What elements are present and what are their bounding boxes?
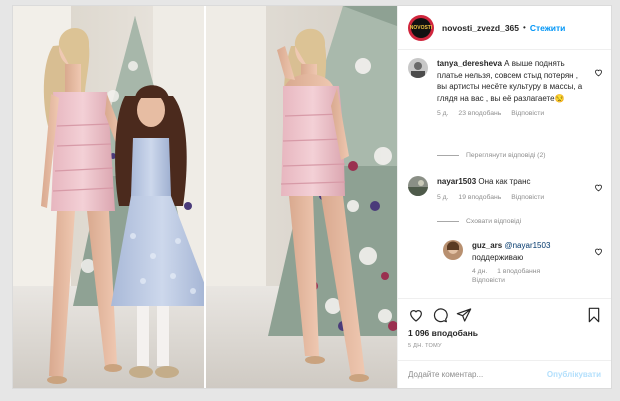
avatar-image <box>443 240 463 260</box>
reply-age: 4 дн. <box>472 268 488 275</box>
comment-button[interactable] <box>432 307 448 323</box>
author-username[interactable]: novosti_zvezd_365 <box>442 23 519 33</box>
comment-age: 5 д. <box>437 110 449 117</box>
avatar-image <box>408 176 428 196</box>
comment-text-block: tanya_deresheva А выше поднять платье не… <box>437 58 589 104</box>
post-actions-bar <box>398 298 611 328</box>
reply-button[interactable]: Відповісти <box>472 277 505 284</box>
toggle-line <box>437 155 459 156</box>
post-photo[interactable] <box>13 6 397 388</box>
comment-icon <box>433 308 448 323</box>
comment-avatar[interactable] <box>408 58 428 78</box>
reply-text-block: guz_ars @nayar1503 поддерживаю <box>472 240 589 263</box>
reply-button[interactable]: Відповісти <box>511 194 544 201</box>
comments-list[interactable]: tanya_deresheva А выше поднять платье не… <box>398 50 611 296</box>
heart-icon <box>595 184 602 192</box>
reply-username[interactable]: guz_ars <box>472 241 502 250</box>
avatar-image <box>408 58 428 78</box>
comment-like-heart-icon[interactable] <box>594 179 603 192</box>
reply-mention[interactable]: @nayar1503 <box>504 241 550 250</box>
heart-icon <box>595 248 602 256</box>
publish-button[interactable]: Опублікувати <box>547 370 601 379</box>
share-icon <box>456 308 472 322</box>
comment-meta: 5 д. 19 вподобань Відповісти <box>437 193 603 202</box>
post-timestamp[interactable]: 5 ДН. ТОМУ <box>408 343 442 349</box>
add-comment-bar: Опублікувати <box>398 360 611 388</box>
like-button[interactable] <box>408 307 424 323</box>
instagram-post: NOVOSTI novosti_zvezd_365 • Стежити tany… <box>12 5 612 389</box>
heart-icon <box>595 69 602 77</box>
reply-text: поддерживаю <box>472 252 524 262</box>
header-separator: • <box>523 23 526 32</box>
view-replies-toggle[interactable]: Переглянути відповіді (2) <box>437 152 546 159</box>
comment-item: nayar1503 Она как транс 5 д. 19 вподобан… <box>408 176 603 202</box>
bookmark-icon <box>588 307 600 323</box>
toggle-line <box>437 221 459 222</box>
comment-meta: 5 д. 23 вподобань Відповісти <box>437 109 603 118</box>
comment-likes[interactable]: 19 вподобань <box>458 194 501 201</box>
share-button[interactable] <box>456 307 472 323</box>
heart-icon <box>410 310 422 322</box>
comment-username[interactable]: nayar1503 <box>437 177 476 186</box>
post-image <box>13 6 397 388</box>
author-avatar-logo: NOVOSTI <box>410 17 432 38</box>
comment-item: tanya_deresheva А выше поднять платье не… <box>408 58 603 118</box>
reply-button[interactable]: Відповісти <box>511 110 544 117</box>
hide-replies-toggle[interactable]: Сховати відповіді <box>437 218 521 225</box>
comment-text: Она как транс <box>478 177 531 186</box>
save-button[interactable] <box>586 307 602 323</box>
comment-likes[interactable]: 23 вподобань <box>458 110 501 117</box>
post-side-panel: NOVOSTI novosti_zvezd_365 • Стежити tany… <box>397 6 611 388</box>
reply-item: guz_ars @nayar1503 поддерживаю 4 дн. 1 в… <box>443 240 603 285</box>
author-avatar[interactable]: NOVOSTI <box>408 14 434 41</box>
reply-avatar[interactable] <box>443 240 463 260</box>
comment-like-heart-icon[interactable] <box>594 64 603 77</box>
comment-input[interactable] <box>408 370 547 379</box>
follow-button[interactable]: Стежити <box>530 23 566 33</box>
reply-meta: 4 дн. 1 вподобання Відповісти <box>472 267 603 285</box>
comment-username[interactable]: tanya_deresheva <box>437 59 502 68</box>
likes-count[interactable]: 1 096 вподобань <box>408 328 478 338</box>
view-replies-label: Переглянути відповіді (2) <box>466 152 546 159</box>
reply-like-heart-icon[interactable] <box>594 243 603 256</box>
comment-age: 5 д. <box>437 193 449 201</box>
hide-replies-label: Сховати відповіді <box>466 218 522 225</box>
reply-likes[interactable]: 1 вподобання <box>497 268 540 275</box>
comment-avatar[interactable] <box>408 176 428 196</box>
comment-text-block: nayar1503 Она как транс <box>437 176 589 188</box>
post-header: NOVOSTI novosti_zvezd_365 • Стежити <box>398 6 611 50</box>
